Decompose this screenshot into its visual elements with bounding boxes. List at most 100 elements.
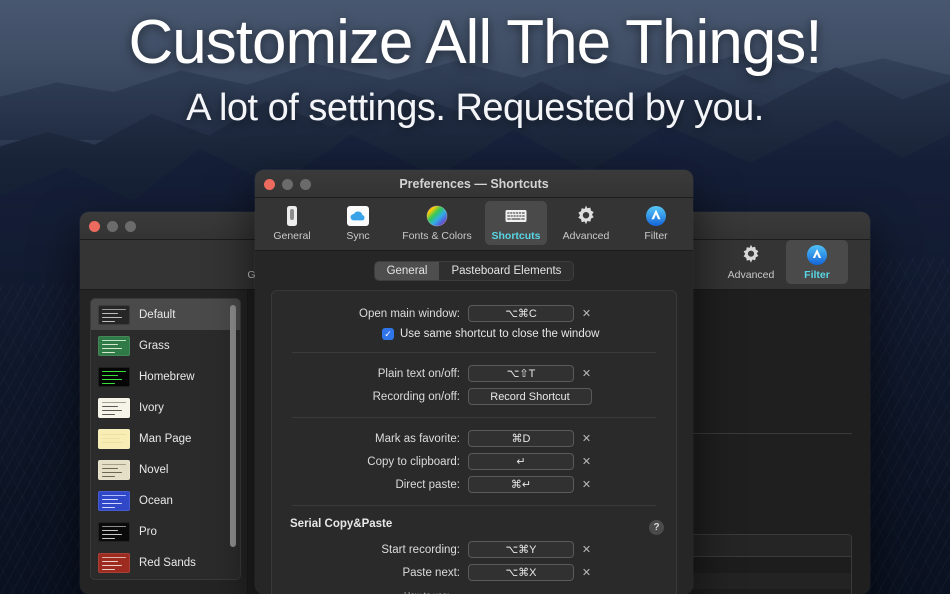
list-item[interactable]: Pro [91,516,240,547]
segmented-control[interactable]: General Pasteboard Elements [373,261,575,281]
tab-advanced-background[interactable]: Advanced [720,240,782,284]
row-paste-next: Paste next: ⌥⌘X ✕ [272,564,676,581]
tab-advanced-background-label: Advanced [727,269,775,281]
row-plain-text: Plain text on/off: ⌥⇧T ✕ [272,365,676,382]
tab-sync[interactable]: Sync [327,201,389,245]
paste-next-label: Paste next: [402,566,460,579]
how-to-use-block: How to use: 1. Start recording with ⌥⌘Y … [272,590,676,594]
theme-swatch [98,552,130,573]
tab-shortcuts-label: Shortcuts [491,230,541,242]
tab-general-label: General [273,230,311,242]
plain-text-shortcut-field[interactable]: ⌥⇧T [468,365,574,382]
minimize-button[interactable] [107,221,118,232]
shortcuts-panel-body: General Pasteboard Elements Open main wi… [255,251,693,594]
row-mark-as-favorite: Mark as favorite: ⌘D ✕ [272,430,676,447]
list-item-label: Novel [139,463,169,476]
theme-swatch [98,397,130,418]
divider [292,352,656,353]
list-item-label: Grass [139,339,170,352]
list-item[interactable]: Novel [91,454,240,485]
tab-shortcuts[interactable]: Shortcuts [485,201,547,245]
help-icon[interactable]: ? [649,520,664,535]
list-item-label: Ivory [139,401,164,414]
list-item-label: Homebrew [139,370,195,383]
list-item-label: Default [139,308,176,321]
list-item[interactable]: Grass [91,330,240,361]
tab-advanced-label: Advanced [562,230,610,242]
theme-swatch [98,304,130,325]
close-button[interactable] [89,221,100,232]
list-item[interactable]: Man Page [91,423,240,454]
mark-as-favorite-label: Mark as favorite: [375,432,460,445]
theme-sidebar[interactable]: Default Grass Homebrew Ivory Man Page No… [80,290,248,594]
clear-icon[interactable]: ✕ [579,306,594,321]
prefs-titlebar[interactable]: Preferences — Shortcuts [255,170,693,198]
theme-swatch [98,459,130,480]
tab-fonts-colors-label: Fonts & Colors [402,230,472,242]
start-recording-shortcut-field[interactable]: ⌥⌘Y [468,541,574,558]
gear-icon [578,205,594,225]
background-traffic-lights[interactable] [89,221,136,232]
general-icon [287,206,297,226]
tab-filter-background[interactable]: Filter [786,240,848,284]
copy-to-clipboard-label: Copy to clipboard: [367,455,460,468]
row-start-recording: Start recording: ⌥⌘Y ✕ [272,541,676,558]
segmented-control-wrapper: General Pasteboard Elements [255,261,693,281]
list-item-label: Pro [139,525,157,538]
tab-fonts-colors[interactable]: Fonts & Colors [393,201,481,245]
appstore-icon [646,206,666,226]
keyboard-icon [505,210,527,222]
color-wheel-icon [426,205,448,227]
hero-title: Customize All The Things! [128,8,823,77]
list-item[interactable]: Red Sands [91,547,240,578]
row-copy-to-clipboard: Copy to clipboard: ↵ ✕ [272,453,676,470]
theme-list[interactable]: Default Grass Homebrew Ivory Man Page No… [90,298,241,580]
theme-swatch [98,335,130,356]
direct-paste-shortcut-field[interactable]: ⌘↵ [468,476,574,493]
window-title: Preferences — Shortcuts [399,177,549,191]
plain-text-label: Plain text on/off: [377,367,460,380]
list-item[interactable]: Homebrew [91,361,240,392]
serial-copy-paste-heading: Serial Copy&Paste [290,518,393,530]
shortcuts-preferences-window[interactable]: Preferences — Shortcuts General Sync Fon… [255,170,693,594]
theme-swatch [98,521,130,542]
recording-onoff-label: Recording on/off: [372,390,460,403]
hero-banner: Customize All The Things! A lot of setti… [0,8,950,130]
tab-advanced[interactable]: Advanced [551,201,621,245]
tab-filter[interactable]: Filter [625,201,687,245]
mark-as-favorite-shortcut-field[interactable]: ⌘D [468,430,574,447]
list-item-label: Man Page [139,432,192,445]
open-main-window-label: Open main window: [359,307,460,320]
segment-general[interactable]: General [374,262,440,280]
how-to-use-header: How to use: [404,590,676,594]
list-item[interactable] [91,578,240,579]
zoom-button[interactable] [125,221,136,232]
tab-general[interactable]: General [261,201,323,245]
segment-pasteboard-elements[interactable]: Pasteboard Elements [439,262,573,280]
clear-icon[interactable]: ✕ [579,565,594,580]
clear-icon[interactable]: ✕ [579,366,594,381]
prefs-toolbar[interactable]: General Sync Fonts & Colors Shortcuts Ad… [255,198,693,251]
list-item[interactable]: Default [91,299,240,330]
clear-icon[interactable]: ✕ [579,477,594,492]
paste-next-shortcut-field[interactable]: ⌥⌘X [468,564,574,581]
row-use-same-shortcut[interactable]: ✓ Use same shortcut to close the window [272,328,676,340]
theme-swatch [98,490,130,511]
direct-paste-label: Direct paste: [395,478,460,491]
shortcuts-settings-panel: Open main window: ⌥⌘C ✕ ✓ Use same short… [271,290,677,594]
row-open-main-window: Open main window: ⌥⌘C ✕ [272,305,676,322]
row-recording-onoff: Recording on/off: Record Shortcut [272,388,676,405]
start-recording-label: Start recording: [381,543,460,556]
theme-list-scrollbar[interactable] [230,305,236,547]
clear-icon[interactable]: ✕ [579,454,594,469]
copy-to-clipboard-shortcut-field[interactable]: ↵ [468,453,574,470]
divider [292,505,656,506]
list-item[interactable]: Ocean [91,485,240,516]
record-shortcut-button[interactable]: Record Shortcut [468,388,592,405]
clear-icon[interactable]: ✕ [579,542,594,557]
clear-icon[interactable]: ✕ [579,431,594,446]
list-item[interactable]: Ivory [91,392,240,423]
list-item-label: Ocean [139,494,173,507]
use-same-shortcut-checkbox[interactable]: ✓ [382,328,394,340]
open-main-window-shortcut-field[interactable]: ⌥⌘C [468,305,574,322]
